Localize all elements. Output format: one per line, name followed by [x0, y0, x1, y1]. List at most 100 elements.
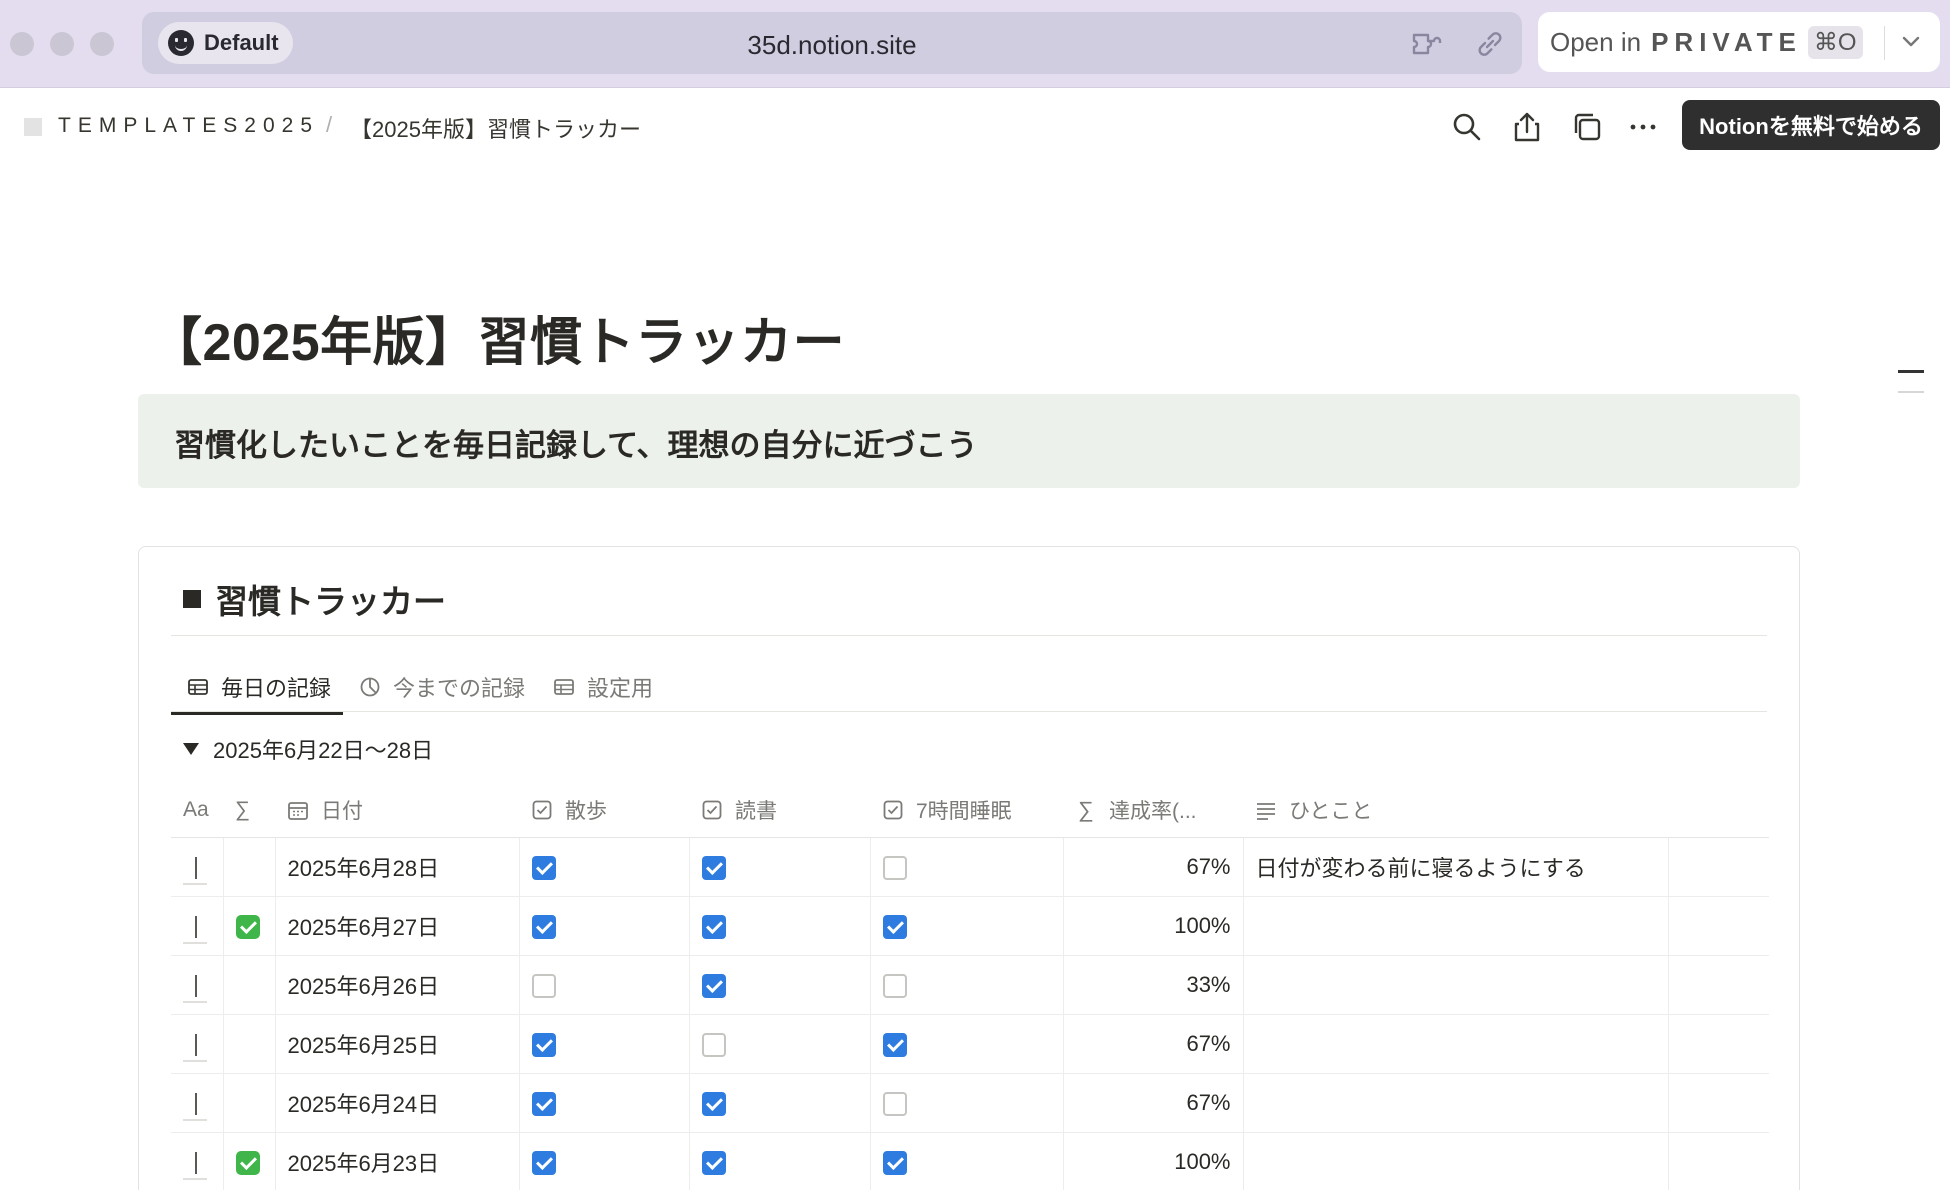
walk-cell[interactable] [519, 1073, 690, 1133]
column-header-note[interactable]: ひとこと [1243, 783, 1668, 838]
note-cell[interactable] [1243, 896, 1669, 956]
name-cell[interactable] [171, 955, 224, 1015]
checked-checkbox[interactable] [531, 855, 556, 880]
breadcrumb-page[interactable]: 【2025年版】習慣トラッカー [350, 112, 641, 144]
address-bar[interactable]: Default 35d.notion.site [142, 12, 1522, 74]
note-cell[interactable] [1243, 1014, 1669, 1074]
date-cell[interactable]: 2025年6月24日 [275, 1073, 520, 1133]
name-cell[interactable] [171, 837, 224, 897]
sleep-cell[interactable] [870, 955, 1064, 1015]
checked-checkbox[interactable] [882, 914, 907, 939]
duplicate-icon[interactable] [1570, 110, 1604, 144]
note-cell[interactable] [1243, 1132, 1669, 1190]
name-cell[interactable] [171, 1014, 224, 1074]
open-in-private-button[interactable]: Open in PRIVATE ⌘O [1538, 12, 1940, 72]
table-row[interactable]: 2025年6月28日 67% 日付が変わる前に寝るようにする [171, 837, 1769, 897]
sigma-icon: ∑ [1078, 796, 1094, 822]
search-icon[interactable] [1450, 110, 1484, 144]
date-cell[interactable]: 2025年6月27日 [275, 896, 520, 956]
tab-settings[interactable]: 設定用 [537, 663, 665, 711]
minimize-window-button[interactable] [50, 32, 74, 56]
sleep-cell[interactable] [870, 896, 1064, 956]
unchecked-checkbox[interactable] [882, 1091, 907, 1116]
toc-line-active [1898, 370, 1924, 373]
table-row[interactable]: 2025年6月26日 33% [171, 955, 1769, 1015]
table-row[interactable]: 2025年6月25日 67% [171, 1014, 1769, 1074]
date-cell[interactable]: 2025年6月25日 [275, 1014, 520, 1074]
column-header-formula[interactable]: ∑ [223, 783, 275, 838]
column-header-reading[interactable]: 読書 [689, 783, 870, 838]
walk-cell[interactable] [519, 896, 690, 956]
date-cell[interactable]: 2025年6月26日 [275, 955, 520, 1015]
done-cell [223, 1014, 276, 1074]
group-header[interactable]: 2025年6月22日〜28日 [183, 733, 433, 765]
checked-checkbox[interactable] [882, 1150, 907, 1175]
reading-cell[interactable] [689, 896, 871, 956]
breadcrumb-root[interactable]: TEMPLATES2025 [58, 114, 319, 138]
column-header-walk[interactable]: 散歩 [519, 783, 689, 838]
walk-cell[interactable] [519, 1132, 690, 1190]
name-cell[interactable] [171, 1073, 224, 1133]
unchecked-checkbox[interactable] [531, 973, 556, 998]
checked-checkbox[interactable] [701, 855, 726, 880]
share-icon[interactable] [1510, 110, 1544, 144]
tab-all-records[interactable]: 今までの記録 [343, 663, 537, 711]
reading-cell[interactable] [689, 1073, 871, 1133]
column-header-sleep[interactable]: 7時間睡眠 [870, 783, 1063, 838]
checked-checkbox[interactable] [531, 1032, 556, 1057]
sleep-cell[interactable] [870, 1014, 1064, 1074]
table-row[interactable]: 2025年6月27日 100% [171, 896, 1769, 956]
reading-cell[interactable] [689, 1132, 871, 1190]
sleep-cell[interactable] [870, 1073, 1064, 1133]
zoom-window-button[interactable] [90, 32, 114, 56]
reading-cell[interactable] [689, 1014, 871, 1074]
link-icon[interactable] [1472, 26, 1508, 62]
unchecked-checkbox[interactable] [701, 1032, 726, 1057]
name-cell[interactable] [171, 1132, 224, 1190]
table-row[interactable]: 2025年6月24日 67% [171, 1073, 1769, 1133]
unchecked-checkbox[interactable] [882, 855, 907, 880]
table-icon [188, 679, 208, 695]
checked-checkbox[interactable] [531, 1091, 556, 1116]
checked-checkbox[interactable] [701, 973, 726, 998]
habit-tracker-database: 習慣トラッカー 毎日の記録 今までの記録 設定用 2025年6月22日〜28日 … [138, 546, 1800, 1190]
tab-label: 設定用 [587, 676, 654, 701]
sleep-cell[interactable] [870, 1132, 1064, 1190]
check-mark-icon [235, 1150, 260, 1175]
reading-cell[interactable] [689, 955, 871, 1015]
private-label: PRIVATE [1651, 26, 1802, 57]
check-mark-icon [235, 914, 260, 939]
checked-checkbox[interactable] [531, 1150, 556, 1175]
unchecked-checkbox[interactable] [882, 973, 907, 998]
empty-title-marker [183, 974, 207, 1003]
column-header-rate[interactable]: ∑ 達成率(... [1063, 783, 1243, 838]
note-cell[interactable] [1243, 1073, 1669, 1133]
reading-cell[interactable] [689, 837, 871, 897]
rate-cell: 67% [1063, 837, 1244, 897]
start-notion-free-button[interactable]: Notionを無料で始める [1682, 100, 1940, 150]
chevron-down-icon[interactable] [1900, 30, 1922, 52]
walk-cell[interactable] [519, 955, 690, 1015]
more-icon[interactable] [1626, 110, 1660, 144]
walk-cell[interactable] [519, 1014, 690, 1074]
table-row[interactable]: 2025年6月23日 100% [171, 1132, 1769, 1190]
date-cell[interactable]: 2025年6月28日 [275, 837, 520, 897]
checked-checkbox[interactable] [701, 1150, 726, 1175]
checked-checkbox[interactable] [701, 1091, 726, 1116]
note-cell[interactable]: 日付が変わる前に寝るようにする [1243, 837, 1669, 897]
triangle-down-icon[interactable] [183, 743, 199, 755]
note-cell[interactable] [1243, 955, 1669, 1015]
name-cell[interactable] [171, 896, 224, 956]
checked-checkbox[interactable] [701, 914, 726, 939]
close-window-button[interactable] [10, 32, 34, 56]
table-of-contents-indicator[interactable] [1898, 370, 1924, 411]
checked-checkbox[interactable] [882, 1032, 907, 1057]
checked-checkbox[interactable] [531, 914, 556, 939]
column-header-name[interactable]: Aa [171, 783, 223, 838]
extension-icon[interactable] [1410, 26, 1446, 62]
sleep-cell[interactable] [870, 837, 1064, 897]
date-cell[interactable]: 2025年6月23日 [275, 1132, 520, 1190]
walk-cell[interactable] [519, 837, 690, 897]
tab-daily-records[interactable]: 毎日の記録 [171, 663, 344, 715]
column-header-date[interactable]: 日付 [275, 783, 519, 838]
